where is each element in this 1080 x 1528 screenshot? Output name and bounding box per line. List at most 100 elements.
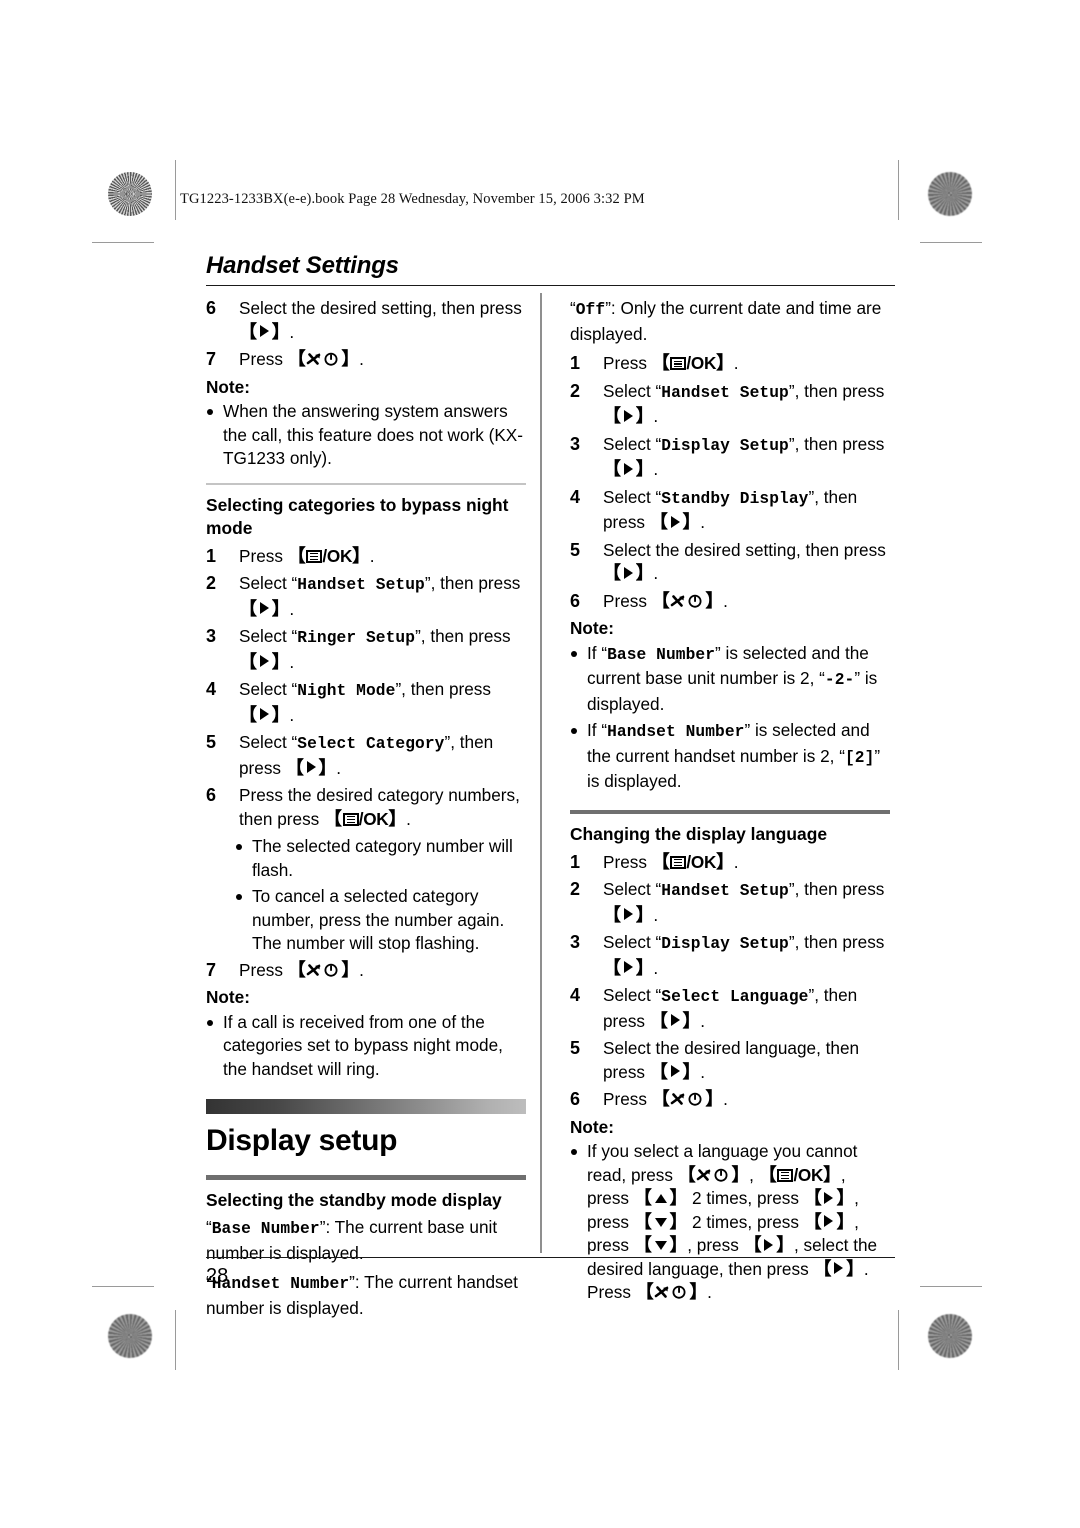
right-arrow-key-icon xyxy=(259,602,269,614)
step-number: 3 xyxy=(206,626,217,646)
right-arrow-key-icon xyxy=(834,1262,844,1274)
power-off-key-icon xyxy=(670,1092,704,1107)
key-down-arrow: 【】 xyxy=(633,1235,688,1255)
step-text: ”, then press xyxy=(788,932,885,952)
key-down-arrow: 【】 xyxy=(633,1211,688,1232)
menu-ok-key-icon xyxy=(342,812,359,826)
step-number: 2 xyxy=(570,879,581,899)
subsection-heading: Selecting the standby mode display xyxy=(206,1189,502,1210)
key-menu-ok: 【/OK】 xyxy=(651,851,734,872)
down-arrow-key-icon xyxy=(654,1241,667,1250)
menu-item-name: Standby Display xyxy=(661,489,809,508)
down-arrow-key-icon xyxy=(654,1217,667,1227)
right-arrow-key-icon xyxy=(306,761,316,773)
note-bullet: If you select a language you cannot read… xyxy=(570,1140,890,1305)
step-text: ”, then press xyxy=(788,433,885,454)
key-right-arrow: 【】 xyxy=(603,957,654,978)
step-text-end: . xyxy=(700,512,705,532)
note-bullet: If a call is received from one of the ca… xyxy=(206,1011,526,1082)
step-text: Select “ xyxy=(603,486,662,507)
key-power-off: 【】 xyxy=(651,590,724,611)
step-text: Press xyxy=(603,1089,652,1109)
list-item: 3 Select “Display Setup”, then press 【】. xyxy=(570,433,890,482)
right-arrow-key-icon xyxy=(623,961,633,973)
key-power-off: 【】 xyxy=(677,1164,750,1185)
step-text: Select the desired setting, then press xyxy=(603,539,886,560)
note-text: , press xyxy=(687,1235,744,1255)
right-arrow-key-icon xyxy=(670,515,680,528)
sub-bullet: To cancel a selected category number, pr… xyxy=(212,885,526,956)
header-rule xyxy=(206,285,895,287)
list-item: 6 Press the desired category numbers, the… xyxy=(206,784,526,831)
step-text-end: . xyxy=(653,406,659,426)
step-number: 6 xyxy=(206,785,217,805)
power-off-key-icon xyxy=(306,963,340,978)
note-bullet: If “Base Number” is selected and the cur… xyxy=(570,642,890,717)
note-label: Note: xyxy=(206,376,250,397)
note-label: Note: xyxy=(570,1116,614,1137)
print-rosette-icon xyxy=(108,172,152,216)
key-right-arrow: 【】 xyxy=(603,563,654,583)
trim-line xyxy=(898,1310,900,1370)
note-text: . xyxy=(707,1282,712,1302)
right-column: “Off”: Only the current date and time ar… xyxy=(570,297,890,1308)
step-number: 4 xyxy=(206,679,217,699)
right-arrow-key-icon xyxy=(764,1238,774,1251)
step-number: 6 xyxy=(206,298,217,318)
step-text: Select “ xyxy=(239,626,298,646)
menu-item-name: Handset Number xyxy=(211,1275,350,1293)
key-right-arrow: 【】 xyxy=(603,406,654,426)
list-item: 1 Press 【/OK】. xyxy=(570,851,890,875)
trim-line xyxy=(175,1310,177,1370)
step-text: Select “ xyxy=(239,732,298,752)
step-number: 3 xyxy=(570,433,581,454)
step-text: Select “ xyxy=(603,380,662,401)
power-off-key-icon xyxy=(670,594,704,609)
display-value: [2] xyxy=(844,748,875,767)
right-arrow-key-icon xyxy=(824,1191,834,1204)
step-text-end: . xyxy=(289,651,295,672)
print-rosette-icon xyxy=(108,1314,152,1358)
key-right-arrow: 【】 xyxy=(603,459,654,479)
trim-line xyxy=(920,1286,982,1288)
list-item: 5 Select the desired setting, then press … xyxy=(570,539,890,586)
menu-item-name: Night Mode xyxy=(297,682,396,700)
list-item: 6 Press 【】. xyxy=(570,1088,890,1112)
trim-line xyxy=(920,242,982,244)
step-text: Press xyxy=(239,959,288,980)
step-number: 2 xyxy=(570,380,581,401)
list-item: 2 Select “Handset Setup”, then press 【】. xyxy=(206,572,526,621)
step-text: Press xyxy=(603,590,652,611)
key-right-arrow: 【】 xyxy=(239,704,290,725)
key-right-arrow: 【】 xyxy=(649,512,701,532)
step-number: 1 xyxy=(570,851,581,872)
step-text: Select the desired setting, then press xyxy=(239,298,522,318)
step-text-end: . xyxy=(359,959,364,980)
step-number: 3 xyxy=(570,932,581,952)
print-rosette-icon xyxy=(928,1314,972,1358)
list-item: 7 Press 【】. xyxy=(206,348,526,372)
print-rosette-icon xyxy=(928,172,972,216)
step-number: 5 xyxy=(206,732,217,752)
section-bar xyxy=(570,809,890,814)
section-divider xyxy=(206,482,526,485)
section-bar xyxy=(206,1175,526,1180)
step-text-end: . xyxy=(289,704,295,725)
definition-text: : Only the current date and time are dis… xyxy=(570,298,882,344)
list-item: 5 Select “Select Category”, then press 【】… xyxy=(206,731,526,780)
step-number: 4 xyxy=(570,985,581,1005)
step-text-end: . xyxy=(723,590,728,611)
step-text: ”, then press xyxy=(424,573,521,593)
document-page: TG1223-1233BX(e-e).book Page 28 Wednesda… xyxy=(175,185,895,1318)
list-item: 1 Press 【/OK】. xyxy=(206,545,526,569)
step-text-end: . xyxy=(733,353,739,373)
step-text: Select “ xyxy=(603,433,662,454)
note-text: If “ xyxy=(587,642,608,663)
step-number: 7 xyxy=(206,959,217,980)
list-item: 2 Select “Handset Setup”, then press 【】. xyxy=(570,878,890,927)
note-bullet: If “Handset Number” is selected and the … xyxy=(570,719,890,794)
power-off-key-icon xyxy=(654,1285,688,1300)
trim-line xyxy=(92,1286,154,1288)
step-text-end: . xyxy=(700,1061,705,1082)
key-right-arrow: 【】 xyxy=(813,1258,864,1279)
